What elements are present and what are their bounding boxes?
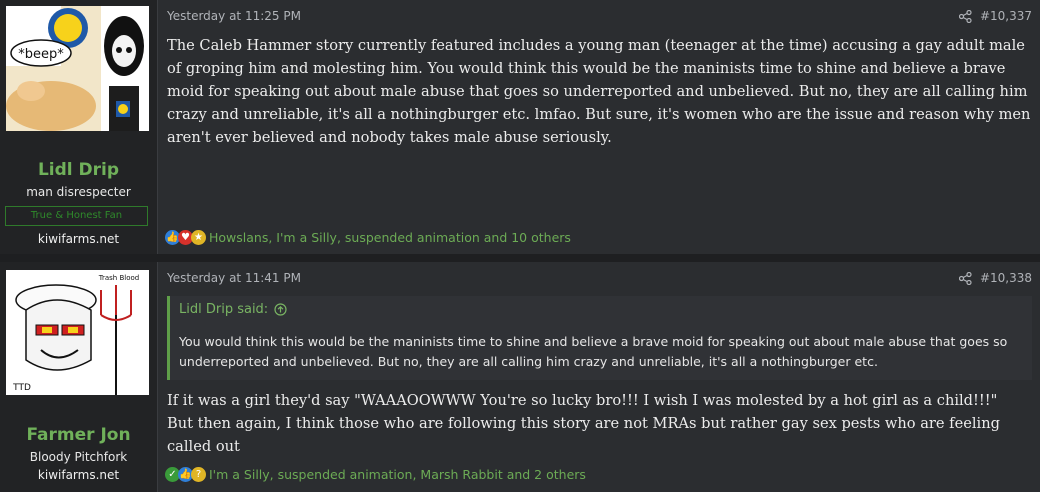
reaction-icons: ✓ 👍 ? bbox=[165, 467, 206, 482]
avatar-caption: *beep* bbox=[18, 47, 64, 62]
post-body-line: But then again, I think those who are fo… bbox=[167, 415, 1000, 455]
avatar-caption: Trash Blood bbox=[98, 274, 139, 282]
user-info: Trash Blood TTD Farmer Jon Bloody Pitchf… bbox=[0, 262, 158, 492]
reactions-bar[interactable]: 👍 ♥ ★ Howslans, I'm a Silly, suspended a… bbox=[165, 230, 571, 245]
user-banner-badge: True & Honest Fan bbox=[5, 206, 148, 226]
post-date[interactable]: Yesterday at 11:25 PM bbox=[167, 9, 301, 23]
user-title: man disrespecter bbox=[26, 185, 131, 199]
post-10338: Trash Blood TTD Farmer Jon Bloody Pitchf… bbox=[0, 262, 1040, 492]
quote-block: Lidl Drip said: You would think this wou… bbox=[167, 296, 1032, 380]
share-icon[interactable] bbox=[958, 271, 972, 285]
post-body: The Caleb Hammer story currently feature… bbox=[167, 37, 1031, 146]
avatar-signature: TTD bbox=[12, 383, 31, 393]
post-10337: *beep* Lidl Drip man disrespecter True &… bbox=[0, 0, 1040, 254]
post-main: Yesterday at 11:25 PM #10,337 The Caleb … bbox=[158, 0, 1040, 254]
reactions-bar[interactable]: ✓ 👍 ? I'm a Silly, suspended animation, … bbox=[165, 467, 586, 482]
post-divider bbox=[0, 254, 1040, 262]
post-body-line: If it was a girl they'd say "WAAAOOWWW Y… bbox=[167, 392, 998, 409]
post-body: If it was a girl they'd say "WAAAOOWWW Y… bbox=[167, 389, 1032, 458]
prize-icon: ★ bbox=[191, 230, 206, 245]
user-title: Bloody Pitchfork bbox=[29, 450, 128, 464]
share-icon[interactable] bbox=[958, 9, 972, 23]
site-label: kiwifarms.net bbox=[37, 232, 120, 246]
avatar[interactable]: Trash Blood TTD bbox=[6, 270, 149, 395]
reactions-list[interactable]: I'm a Silly, suspended animation, Marsh … bbox=[209, 467, 586, 482]
quote-author[interactable]: Lidl Drip said: bbox=[179, 302, 268, 317]
quote-header[interactable]: Lidl Drip said: bbox=[179, 302, 287, 317]
post-date[interactable]: Yesterday at 11:41 PM bbox=[167, 271, 301, 285]
post-number[interactable]: #10,338 bbox=[980, 271, 1032, 285]
username[interactable]: Lidl Drip bbox=[0, 160, 157, 180]
arrow-up-circle-icon[interactable] bbox=[274, 303, 287, 316]
post-main: Yesterday at 11:41 PM #10,338 Lidl Drip … bbox=[158, 262, 1040, 492]
username[interactable]: Farmer Jon bbox=[0, 425, 157, 445]
quote-text: You would think this would be the manini… bbox=[179, 334, 1008, 369]
post-meta-right: #10,337 bbox=[958, 9, 1032, 23]
reactions-list[interactable]: Howslans, I'm a Silly, suspended animati… bbox=[209, 230, 571, 245]
avatar[interactable]: *beep* bbox=[6, 6, 149, 131]
post-meta-right: #10,338 bbox=[958, 271, 1032, 285]
post-number[interactable]: #10,337 bbox=[980, 9, 1032, 23]
user-info: *beep* Lidl Drip man disrespecter True &… bbox=[0, 0, 158, 254]
reaction-icons: 👍 ♥ ★ bbox=[165, 230, 206, 245]
thinking-icon: ? bbox=[191, 467, 206, 482]
site-label: kiwifarms.net bbox=[37, 468, 120, 482]
